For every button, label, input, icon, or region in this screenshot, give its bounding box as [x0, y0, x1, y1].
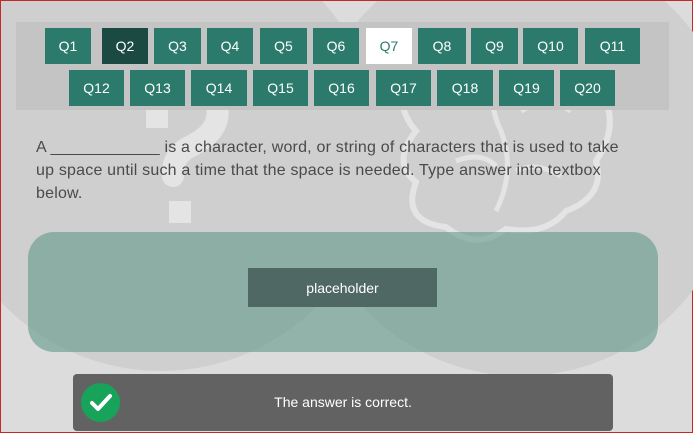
question-button-q6[interactable]: Q6 [313, 28, 359, 64]
check-icon [81, 383, 120, 422]
question-button-q15[interactable]: Q15 [253, 70, 308, 106]
question-button-q7[interactable]: Q7 [366, 28, 412, 64]
question-button-q16[interactable]: Q16 [314, 70, 369, 106]
question-button-q13[interactable]: Q13 [130, 70, 185, 106]
answer-input[interactable] [248, 268, 437, 307]
question-button-q4[interactable]: Q4 [207, 28, 253, 64]
question-button-q18[interactable]: Q18 [437, 70, 493, 106]
question-button-q20[interactable]: Q20 [560, 70, 615, 106]
question-button-q14[interactable]: Q14 [191, 70, 247, 106]
question-button-q1[interactable]: Q1 [45, 28, 91, 64]
question-text: A ____________ is a character, word, or … [36, 139, 619, 202]
question-button-q9[interactable]: Q9 [471, 28, 518, 64]
feedback-text: The answer is correct. [274, 394, 412, 410]
feedback-banner: The answer is correct. [73, 374, 613, 431]
question-button-q17[interactable]: Q17 [376, 70, 431, 106]
question-button-q19[interactable]: Q19 [499, 70, 554, 106]
question-button-q10[interactable]: Q10 [523, 28, 578, 64]
answer-panel [28, 232, 658, 352]
question-button-q5[interactable]: Q5 [260, 28, 307, 64]
question-nav: Q1 Q2 Q3 Q4 Q5 Q6 Q7 Q8 Q9 Q10 Q11 Q12 Q13 Q14 Q15 Q16 Q… [16, 22, 669, 110]
question-button-q3[interactable]: Q3 [154, 28, 201, 64]
question-button-q11[interactable]: Q11 [585, 28, 640, 64]
question-button-q2[interactable]: Q2 [102, 28, 148, 64]
question-button-q8[interactable]: Q8 [418, 28, 466, 64]
question-button-q12[interactable]: Q12 [69, 70, 124, 106]
